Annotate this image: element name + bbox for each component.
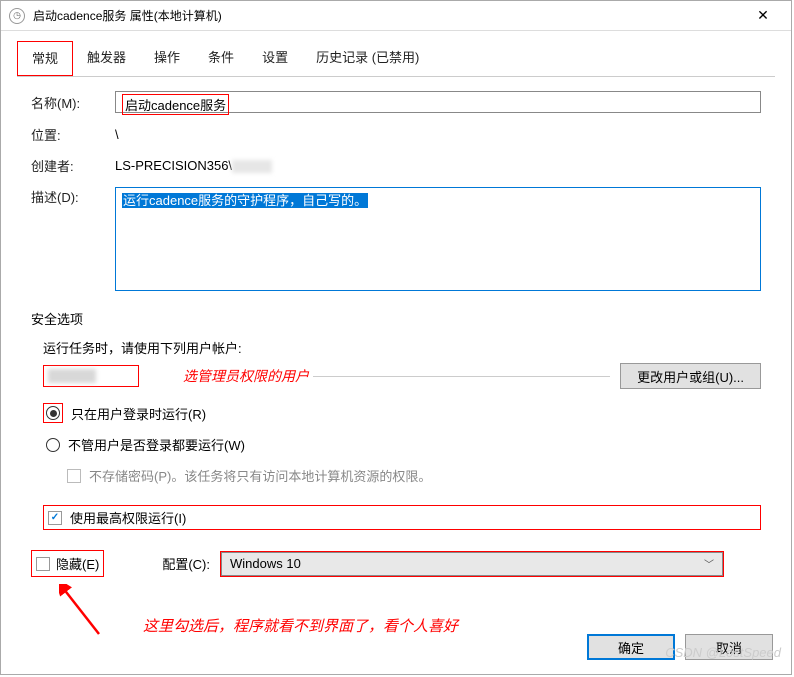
security-title: 安全选项	[31, 309, 761, 328]
name-label: 名称(M):	[31, 93, 115, 112]
censored-text	[232, 160, 272, 173]
radio-any-time-label: 不管用户是否登录都要运行(W)	[68, 435, 245, 454]
tab-conditions[interactable]: 条件	[194, 41, 248, 76]
tab-actions[interactable]: 操作	[140, 41, 194, 76]
window-title: 启动cadence服务 属性(本地计算机)	[33, 7, 743, 24]
config-label: 配置(C):	[162, 554, 210, 573]
properties-dialog: ◷ 启动cadence服务 属性(本地计算机) ✕ 常规 触发器 操作 条件 设…	[0, 0, 792, 675]
security-section: 安全选项 运行任务时，请使用下列用户帐户: 选管理员权限的用户 更改用户或组(U…	[17, 309, 775, 577]
checkbox-hidden[interactable]	[36, 557, 50, 571]
bottom-config-row: 隐藏(E) 配置(C): Windows 10 ﹀	[31, 550, 761, 577]
arrow-annotation-icon	[59, 584, 109, 640]
location-label: 位置:	[31, 125, 115, 144]
radio-logged-in-row: 只在用户登录时运行(R)	[31, 403, 761, 423]
highest-priv-row: 使用最高权限运行(I)	[31, 505, 761, 530]
description-label: 描述(D):	[31, 187, 115, 206]
description-row: 描述(D): 运行cadence服务的守护程序，自己写的。	[17, 187, 775, 291]
radio-logged-in-label: 只在用户登录时运行(R)	[71, 404, 206, 423]
censored-user	[48, 369, 96, 383]
tab-settings[interactable]: 设置	[248, 41, 302, 76]
annotation-hidden: 这里勾选后，程序就看不到界面了，看个人喜好	[143, 615, 458, 636]
annotation-user: 选管理员权限的用户	[183, 366, 309, 386]
chevron-down-icon: ﹀	[704, 556, 714, 571]
creator-value: LS-PRECISION356\	[115, 158, 272, 173]
description-textarea[interactable]: 运行cadence服务的守护程序，自己写的。	[115, 187, 761, 291]
tab-history[interactable]: 历史记录 (已禁用)	[302, 41, 433, 76]
change-user-button[interactable]: 更改用户或组(U)...	[620, 363, 761, 389]
tab-triggers[interactable]: 触发器	[73, 41, 140, 76]
name-row: 名称(M): 启动cadence服务	[17, 91, 775, 113]
close-button[interactable]: ✕	[743, 2, 783, 30]
clock-icon: ◷	[9, 8, 25, 24]
checkbox-no-store-pwd	[67, 469, 81, 483]
creator-row: 创建者: LS-PRECISION356\	[17, 156, 775, 175]
location-row: 位置: \	[17, 125, 775, 144]
creator-label: 创建者:	[31, 156, 115, 175]
config-select[interactable]: Windows 10 ﹀	[221, 552, 723, 576]
name-input[interactable]: 启动cadence服务	[115, 91, 761, 113]
no-store-pwd-row: 不存储密码(P)。该任务将只有访问本地计算机资源的权限。	[31, 466, 761, 485]
radio-any-time-row: 不管用户是否登录都要运行(W)	[31, 435, 761, 454]
user-account-row: 选管理员权限的用户 更改用户或组(U)...	[31, 363, 761, 389]
radio-logged-in[interactable]	[46, 406, 60, 420]
tab-bar: 常规 触发器 操作 条件 设置 历史记录 (已禁用)	[17, 41, 775, 77]
watermark: CSDN @LostSpeed	[665, 645, 781, 660]
no-store-pwd-label: 不存储密码(P)。该任务将只有访问本地计算机资源的权限。	[89, 466, 431, 485]
ok-button[interactable]: 确定	[587, 634, 675, 660]
titlebar: ◷ 启动cadence服务 属性(本地计算机) ✕	[1, 1, 791, 31]
radio-any-time[interactable]	[46, 438, 60, 452]
highest-priv-label: 使用最高权限运行(I)	[70, 508, 186, 527]
tab-general[interactable]: 常规	[18, 42, 72, 75]
run-as-label: 运行任务时，请使用下列用户帐户:	[31, 338, 761, 357]
checkbox-highest-priv[interactable]	[48, 511, 62, 525]
location-value: \	[115, 125, 119, 144]
hidden-label: 隐藏(E)	[56, 554, 99, 573]
content-area: 常规 触发器 操作 条件 设置 历史记录 (已禁用) 名称(M): 启动cade…	[1, 31, 791, 593]
user-account-field	[43, 365, 139, 387]
